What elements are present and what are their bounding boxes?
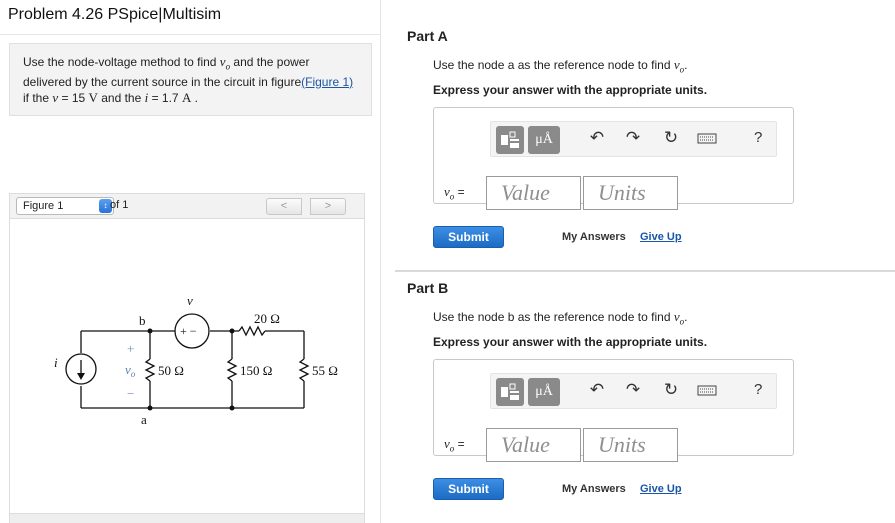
label-voltage-source-polarity: + − <box>180 324 197 338</box>
label-r1: 50 Ω <box>158 363 184 378</box>
part-b-label: Part B <box>407 280 449 296</box>
label-r3: 55 Ω <box>312 363 338 378</box>
reset-icon[interactable]: ↻ <box>661 379 681 401</box>
part-a-units-input[interactable]: Units <box>583 176 678 210</box>
problem-panel: Problem 4.26 PSpice|Multisim Use the nod… <box>0 0 381 523</box>
part-a-my-answers: My Answers <box>562 231 626 243</box>
part-b-equals: = <box>457 437 465 451</box>
part-b-my-answers: My Answers <box>562 483 626 495</box>
part-b-units-input[interactable]: Units <box>583 428 678 462</box>
figure-select[interactable]: Figure 1 ↕ <box>16 197 114 215</box>
problem-text-4: = 15 <box>58 90 89 105</box>
label-vo: vo <box>125 362 136 379</box>
part-b-instruction-text: Use the node b as the reference node to … <box>433 310 674 324</box>
help-icon[interactable]: ? <box>754 129 762 146</box>
part-a-value-input[interactable]: Value <box>486 176 581 210</box>
unit-volt: V <box>88 89 98 105</box>
part-a-var-sub: o <box>449 191 455 202</box>
part-divider <box>395 270 895 272</box>
part-a-label: Part A <box>407 28 448 44</box>
undo-icon[interactable]: ↶ <box>587 127 607 149</box>
figure-panel: v + − 20 Ω b a i + vo − 50 Ω 150 Ω 55 Ω <box>9 218 365 514</box>
units-icon[interactable]: μÅ <box>528 126 560 154</box>
part-b-var: vo <box>444 436 455 454</box>
label-node-b: b <box>139 313 146 328</box>
part-a-toolbar: μÅ ↶ ↷ ↻ ? <box>490 121 777 157</box>
label-vo-plus: + <box>127 341 134 356</box>
label-vo-minus: − <box>127 386 134 401</box>
part-b-toolbar: μÅ ↶ ↷ ↻ ? <box>490 373 777 409</box>
part-a-give-up-link[interactable]: Give Up <box>640 231 682 243</box>
problem-title: Problem 4.26 PSpice|Multisim <box>8 6 222 23</box>
part-a-instruction: Use the node a as the reference node to … <box>433 57 687 75</box>
figure-count: of 1 <box>110 199 129 211</box>
redo-icon[interactable]: ↷ <box>623 127 643 149</box>
redo-icon[interactable]: ↷ <box>623 379 643 401</box>
circuit-diagram: v + − 20 Ω b a i + vo − 50 Ω 150 Ω 55 Ω <box>54 293 338 427</box>
templates-glyph <box>501 383 519 400</box>
part-b-instruction-var: vo <box>674 309 684 327</box>
templates-glyph <box>501 131 519 148</box>
part-b-var-label: vo = <box>444 436 465 454</box>
keyboard-glyph <box>697 133 717 144</box>
templates-icon[interactable] <box>496 378 524 406</box>
label-node-a: a <box>141 412 147 427</box>
label-vo-sub: o <box>131 369 136 379</box>
problem-statement: Use the node-voltage method to find vo a… <box>9 43 372 116</box>
part-a-submit-button[interactable]: Submit <box>433 226 504 248</box>
problem-text-5: and the <box>97 90 145 105</box>
part-b-submit-button[interactable]: Submit <box>433 478 504 500</box>
part-a-var-label: vo = <box>444 184 465 202</box>
part-b-var-sub: o <box>449 443 455 454</box>
templates-icon[interactable] <box>496 126 524 154</box>
figure-panel-footer <box>9 514 365 523</box>
node-a-dot <box>147 405 153 411</box>
current-arrow-head <box>77 373 85 380</box>
part-a-answer-box: μÅ ↶ ↷ ↻ ? vo = Value Units <box>433 107 794 210</box>
part-a-instruction-var: vo <box>674 57 684 75</box>
var-vo: vo <box>220 54 230 72</box>
figure-select-value: Figure 1 <box>23 200 64 212</box>
parts-panel: Part A Use the node a as the reference n… <box>381 0 895 523</box>
part-a-units-hint: Express your answer with the appropriate… <box>433 83 708 97</box>
figure-navigation-bar: Figure 1 ↕ of 1 < > <box>9 193 365 218</box>
resistor-50-symbol <box>144 358 156 382</box>
label-r-top: 20 Ω <box>254 311 280 326</box>
keyboard-icon[interactable] <box>697 127 717 149</box>
next-figure-button[interactable]: > <box>310 198 346 215</box>
part-b-instruction: Use the node b as the reference node to … <box>433 309 687 327</box>
undo-icon[interactable]: ↶ <box>587 379 607 401</box>
problem-text-7: . <box>191 90 198 105</box>
resistor-150-symbol <box>226 358 238 382</box>
keyboard-icon[interactable] <box>697 379 717 401</box>
figure-link[interactable]: (Figure 1) <box>301 75 353 89</box>
node-top-right-dot <box>229 328 235 334</box>
node-bottom-right-dot <box>229 405 235 411</box>
part-a-instruction-end: . <box>684 58 688 72</box>
resistor-20-symbol <box>238 325 266 337</box>
part-b-give-up-link[interactable]: Give Up <box>640 483 682 495</box>
keyboard-glyph <box>697 385 717 396</box>
node-b-dot <box>147 328 153 334</box>
part-b-answer-box: μÅ ↶ ↷ ↻ ? vo = Value Units <box>433 359 794 462</box>
units-icon[interactable]: μÅ <box>528 378 560 406</box>
part-a-instruction-text: Use the node a as the reference node to … <box>433 58 674 72</box>
label-r2: 150 Ω <box>240 363 272 378</box>
resistor-55-symbol <box>298 358 310 382</box>
title-divider <box>0 34 381 35</box>
label-v-source: v <box>187 293 193 308</box>
problem-text-6: = 1.7 <box>148 90 182 105</box>
part-a-var: vo <box>444 184 455 202</box>
reset-icon[interactable]: ↻ <box>661 127 681 149</box>
part-b-instruction-end: . <box>684 310 688 324</box>
help-icon[interactable]: ? <box>754 381 762 398</box>
problem-text-1: Use the node-voltage method to find <box>23 55 220 69</box>
part-b-units-hint: Express your answer with the appropriate… <box>433 335 708 349</box>
label-i-source: i <box>54 355 58 370</box>
prev-figure-button[interactable]: < <box>266 198 302 215</box>
part-a-equals: = <box>457 185 465 199</box>
unit-amp: A <box>181 89 192 105</box>
problem-text-3: if the <box>23 90 53 105</box>
part-b-value-input[interactable]: Value <box>486 428 581 462</box>
